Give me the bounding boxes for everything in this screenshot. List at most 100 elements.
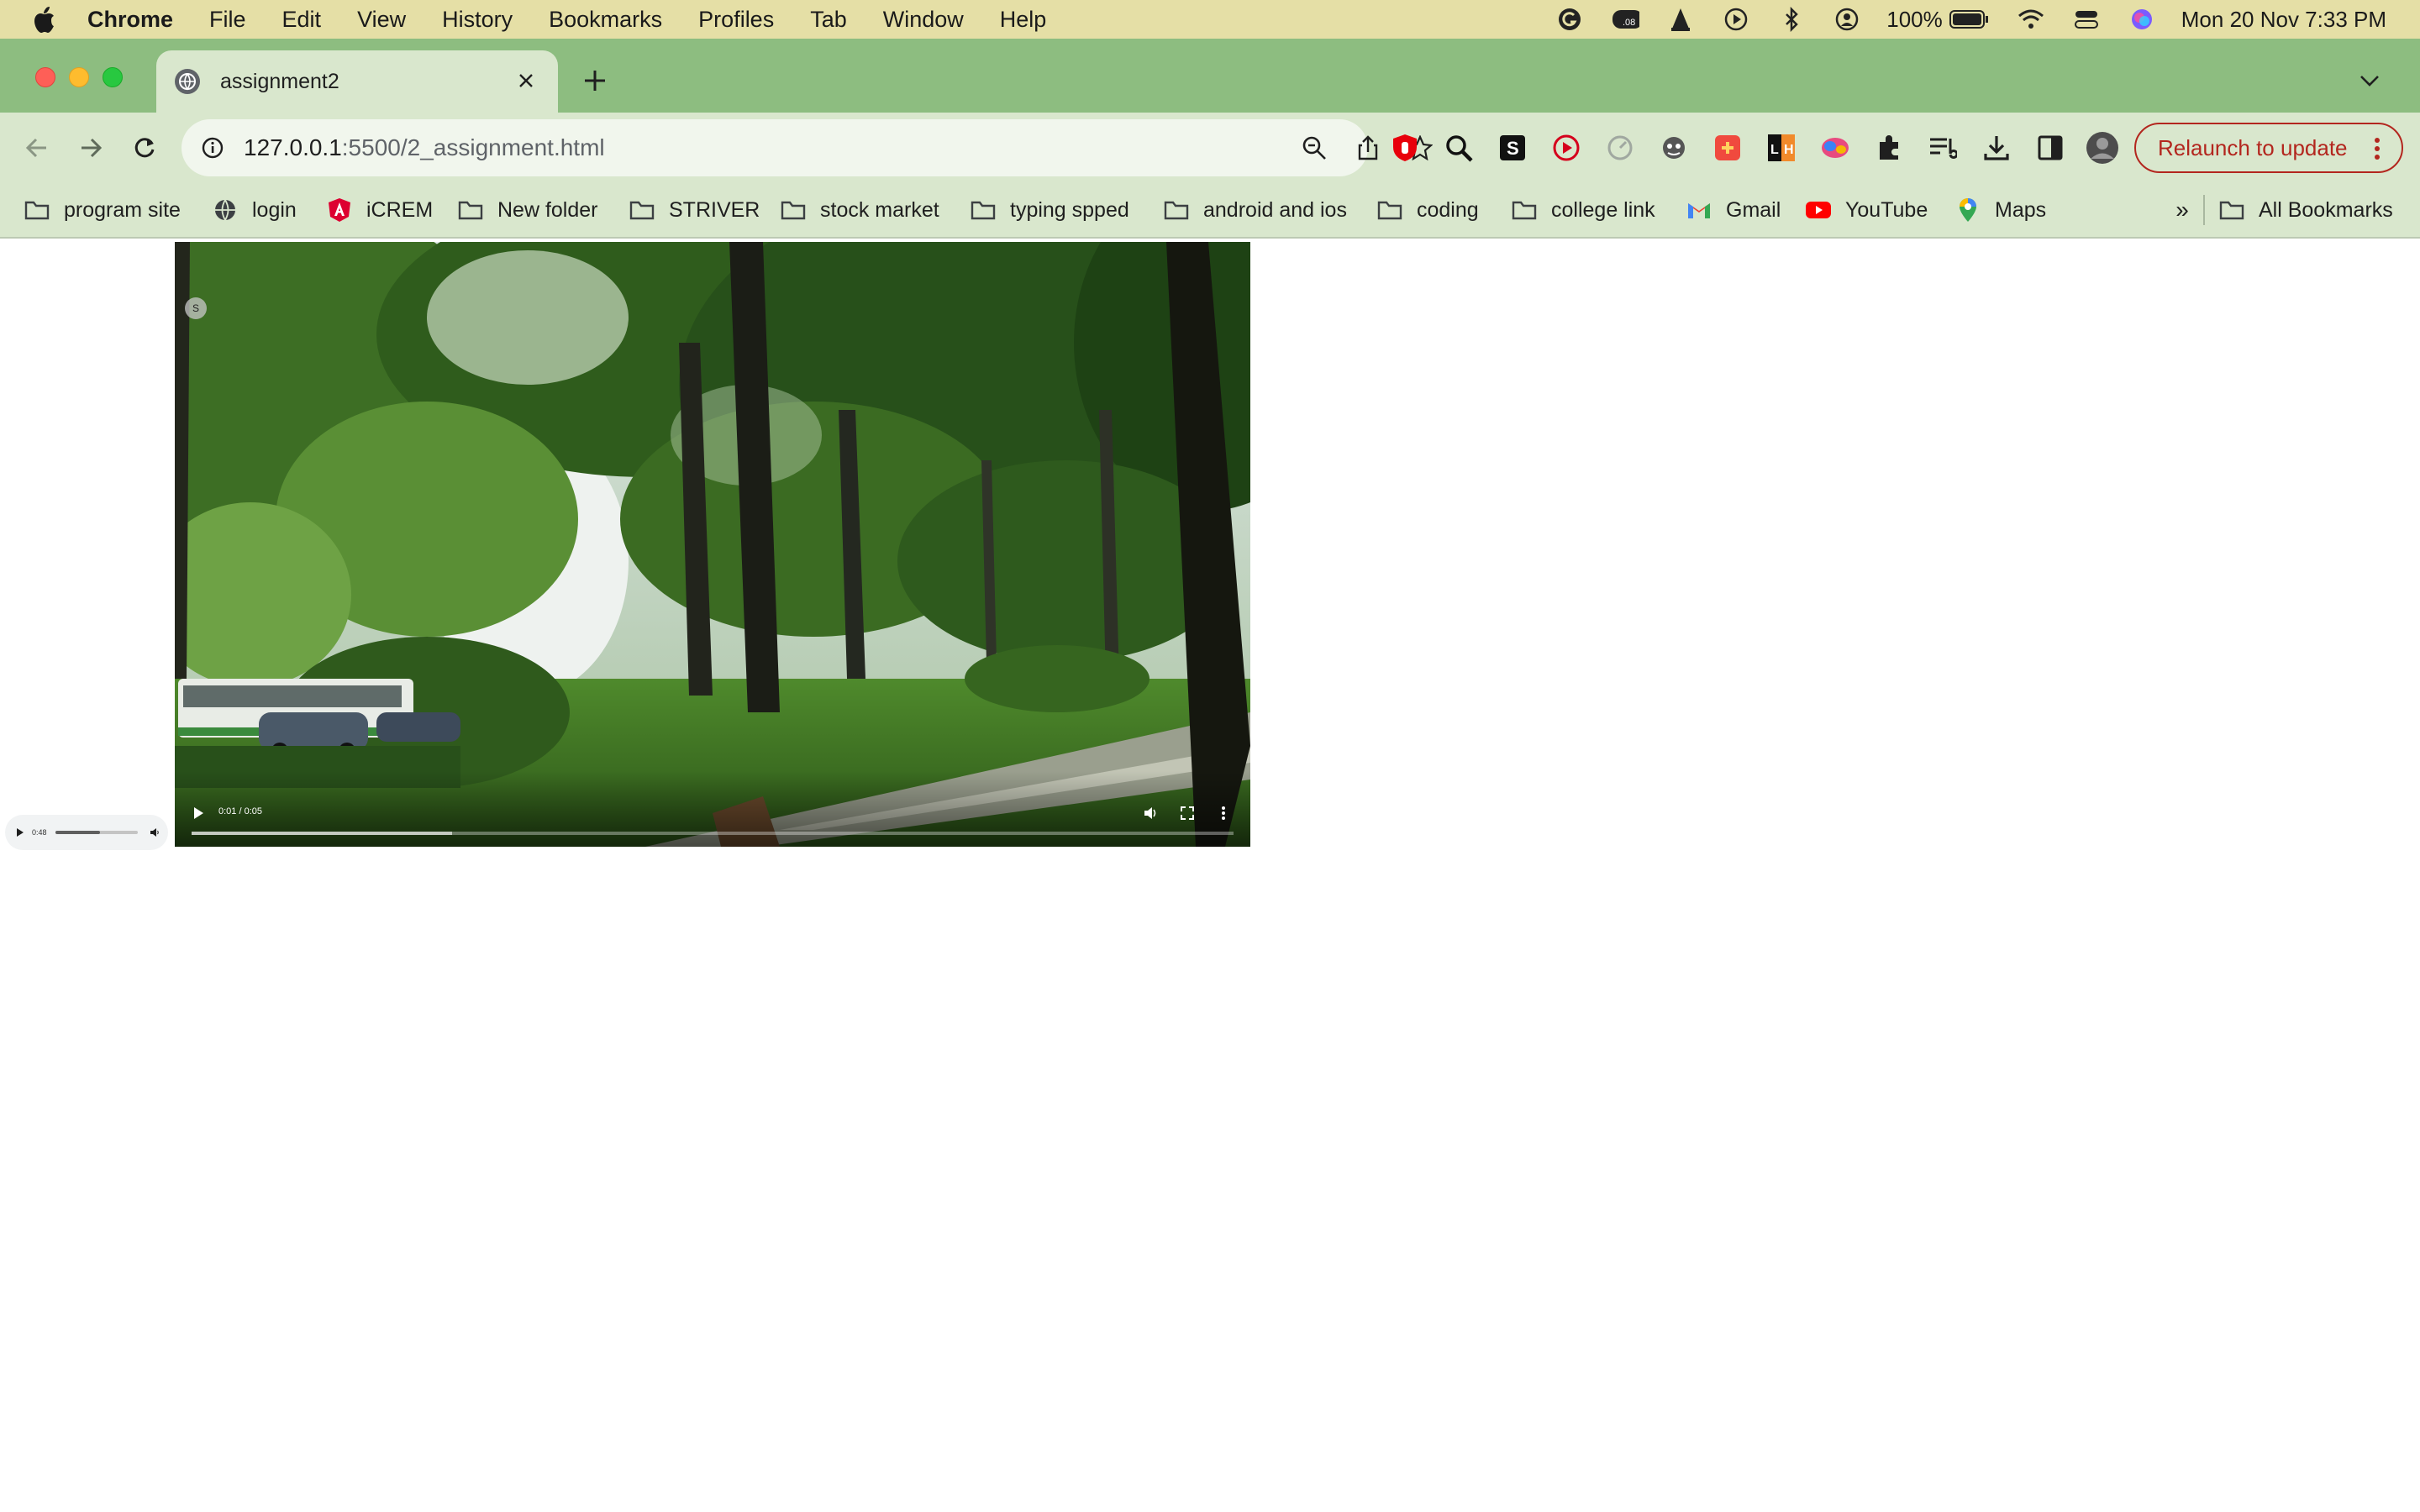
bookmark-youtube[interactable]: YouTube [1805, 193, 1928, 227]
menu-bookmarks[interactable]: Bookmarks [549, 7, 662, 33]
activity-monitor-icon[interactable]: .08 [1611, 5, 1640, 34]
volume-icon[interactable] [148, 826, 161, 839]
bluetooth-icon[interactable] [1777, 5, 1806, 34]
new-tab-button[interactable] [578, 64, 612, 97]
folder-icon [1511, 197, 1538, 223]
bookmark-maps[interactable]: Maps [1954, 193, 2046, 227]
menu-app-name[interactable]: Chrome [87, 7, 173, 33]
tab-strip: assignment2 [0, 39, 2420, 113]
productivity-extension-icon[interactable] [1711, 131, 1744, 165]
bookmark-striver[interactable]: STRIVER [629, 193, 760, 227]
address-bar[interactable]: 127.0.0.1:5500/2_assignment.html [182, 119, 1433, 176]
bookmark-coding[interactable]: coding [1376, 193, 1479, 227]
menu-history[interactable]: History [442, 7, 513, 33]
browser-toolbar: 127.0.0.1:5500/2_assignment.html S LH Re… [0, 113, 2420, 183]
video-player[interactable]: S 0:01 / 0:05 [175, 242, 1250, 847]
audio-play-icon[interactable] [13, 826, 27, 839]
user-icon[interactable] [1833, 5, 1861, 34]
window-zoom-button[interactable] [103, 67, 123, 87]
reading-list-icon[interactable] [1926, 131, 1960, 165]
screen-recorder-icon[interactable] [1549, 131, 1583, 165]
window-minimize-button[interactable] [69, 67, 89, 87]
battery-icon[interactable] [1949, 5, 1990, 34]
tab-assignment2[interactable]: assignment2 [156, 50, 558, 113]
bookmarks-bar: program site login iCREM New folder STRI… [0, 183, 2420, 239]
forward-button[interactable] [72, 129, 109, 166]
bookmark-gmail[interactable]: Gmail [1686, 193, 1781, 227]
bookmark-label: New folder [497, 197, 598, 222]
svg-text:.08: .08 [1623, 18, 1635, 28]
all-bookmarks-button[interactable]: All Bookmarks [2218, 193, 2393, 227]
menu-edit[interactable]: Edit [282, 7, 322, 33]
audio-progress-slider[interactable] [55, 831, 138, 834]
menu-view[interactable]: View [357, 7, 406, 33]
video-progress-slider[interactable] [192, 832, 1234, 835]
share-icon[interactable] [1355, 134, 1381, 161]
folder-icon [457, 197, 484, 223]
download-icon[interactable] [1980, 131, 2013, 165]
ublock-icon[interactable] [1388, 131, 1422, 165]
video-play-icon[interactable] [188, 803, 208, 823]
bookmark-stock-market[interactable]: stock market [780, 193, 939, 227]
maps-icon [1954, 197, 1981, 223]
back-button[interactable] [18, 129, 55, 166]
audio-progress-fill [55, 831, 101, 834]
bookmark-typing-spped[interactable]: typing spped [970, 193, 1129, 227]
bookmark-login[interactable]: login [212, 193, 297, 227]
brain-extension-icon[interactable] [1818, 131, 1852, 165]
s-extension-icon[interactable]: S [1496, 131, 1529, 165]
bookmark-label: Maps [1995, 197, 2047, 222]
chevron-down-icon[interactable] [2356, 67, 2383, 94]
extensions-puzzle-icon[interactable] [1872, 131, 1906, 165]
globe-icon [212, 197, 239, 223]
bookmark-college-link[interactable]: college link [1511, 193, 1655, 227]
video-volume-icon[interactable] [1141, 803, 1161, 823]
search-icon[interactable] [1442, 131, 1476, 165]
bookmark-label: android and ios [1203, 197, 1347, 222]
menu-profiles[interactable]: Profiles [698, 7, 774, 33]
tab-close-icon[interactable] [514, 69, 538, 92]
vlc-icon[interactable] [1666, 5, 1695, 34]
folder-icon [2218, 197, 2245, 223]
menu-file[interactable]: File [209, 7, 246, 33]
bookmark-label: college link [1551, 197, 1655, 222]
more-menu-icon[interactable] [2365, 134, 2390, 163]
bookmark-new-folder[interactable]: New folder [457, 193, 598, 227]
bookmarks-overflow-button[interactable]: » [2170, 195, 2195, 225]
all-bookmarks-label: All Bookmarks [2259, 197, 2393, 222]
lh-extension-icon[interactable]: LH [1765, 131, 1798, 165]
audio-time: 0:48 [32, 828, 47, 837]
play-icon[interactable] [1722, 5, 1750, 34]
svg-text:S: S [1507, 138, 1519, 159]
timer-icon[interactable] [1603, 131, 1637, 165]
relaunch-to-update-button[interactable]: Relaunch to update [2134, 123, 2403, 173]
profile-avatar[interactable] [2086, 131, 2119, 165]
window-close-button[interactable] [35, 67, 55, 87]
video-overlay-badge[interactable]: S [185, 297, 207, 319]
svg-text:H: H [1784, 143, 1794, 157]
site-info-icon[interactable] [200, 135, 225, 160]
zoom-icon[interactable] [1301, 134, 1328, 161]
video-more-options-icon[interactable] [1213, 803, 1234, 823]
siri-icon[interactable] [2128, 5, 2156, 34]
bookmark-program-site[interactable]: program site [24, 193, 181, 227]
bookmark-label: Gmail [1726, 197, 1781, 222]
bookmark-android-and-ios[interactable]: android and ios [1163, 193, 1347, 227]
menu-window[interactable]: Window [883, 7, 964, 33]
audio-player[interactable]: 0:48 [5, 815, 168, 850]
bookmark-icrem[interactable]: iCREM [326, 193, 433, 227]
control-center-icon[interactable] [2072, 5, 2101, 34]
apple-icon[interactable] [32, 4, 57, 34]
bookmark-label: STRIVER [669, 197, 760, 222]
side-panel-icon[interactable] [2033, 131, 2067, 165]
menu-help[interactable]: Help [1000, 7, 1047, 33]
privacy-extension-icon[interactable] [1657, 131, 1691, 165]
grammarly-icon[interactable] [1555, 5, 1584, 34]
reload-button[interactable] [126, 129, 163, 166]
menu-tab[interactable]: Tab [810, 7, 847, 33]
folder-icon [1163, 197, 1190, 223]
bookmark-label: login [252, 197, 297, 222]
wifi-icon[interactable] [2017, 5, 2045, 34]
fullscreen-icon[interactable] [1177, 803, 1197, 823]
menu-clock[interactable]: Mon 20 Nov 7:33 PM [2181, 7, 2386, 33]
